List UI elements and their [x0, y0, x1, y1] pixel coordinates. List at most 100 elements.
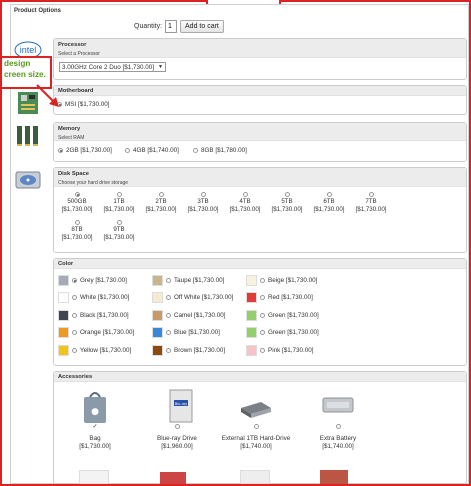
accessories-title: Accessories: [58, 374, 93, 380]
color-radio[interactable]: [72, 330, 77, 335]
color-swatch: [246, 292, 257, 303]
color-swatch: [58, 327, 69, 338]
color-label: Pink [$1,730.00]: [268, 347, 314, 354]
color-swatch: [58, 292, 69, 303]
memory-title: Memory: [58, 126, 81, 132]
disk-radio[interactable]: [368, 192, 374, 197]
color-radio[interactable]: [260, 278, 265, 283]
color-swatch: [152, 345, 163, 356]
disk-radio[interactable]: [326, 192, 332, 197]
accessory-item[interactable]: Blu-ray Blue-ray Drive [$1,960.00]: [142, 388, 212, 450]
disk-option[interactable]: 500GB [$1,730.00]: [60, 192, 94, 214]
disk-radio[interactable]: [284, 192, 290, 197]
color-radio[interactable]: [166, 348, 171, 353]
color-swatch: [152, 310, 163, 321]
motherboard-section: Motherboard: [53, 85, 467, 115]
memory-option-label: 4GB [$1,740.00]: [133, 147, 179, 154]
accessory-item[interactable]: Extra Battery [$1,740.00]: [303, 388, 373, 450]
color-swatch: [246, 327, 257, 338]
callout-line-2: creen size.: [4, 70, 46, 79]
extra-battery-checkbox[interactable]: [335, 423, 341, 429]
panel-title: Product Options: [14, 8, 61, 14]
chevron-down-icon: ▼: [158, 64, 163, 70]
disk-option[interactable]: 1TB [$1,730.00]: [102, 192, 136, 214]
color-label: Orange [$1,730.00]: [80, 329, 135, 336]
color-swatch: [58, 275, 69, 286]
color-radio[interactable]: [166, 295, 171, 300]
svg-text:Blu-ray: Blu-ray: [175, 402, 188, 406]
disk-title: Disk Space: [58, 171, 89, 177]
accessory-price: [$1,740.00]: [322, 443, 354, 450]
disk-size: 5TB: [281, 198, 293, 205]
disk-radio[interactable]: [158, 192, 164, 197]
memory-radio[interactable]: [193, 147, 198, 153]
add-to-cart-button[interactable]: Add to cart: [180, 20, 224, 33]
memory-radio[interactable]: [58, 147, 63, 153]
disk-radio[interactable]: [200, 192, 206, 197]
color-label: Blue [$1,730.00]: [174, 329, 220, 336]
color-swatch: [152, 292, 163, 303]
memory-option[interactable]: 4GB [$1,740.00]: [125, 147, 179, 154]
memory-subtitle: Select RAM: [58, 135, 85, 141]
disk-price: [$1,730.00]: [61, 234, 93, 241]
color-radio[interactable]: [72, 295, 77, 300]
color-label: White [$1,730.00]: [80, 294, 130, 301]
color-label: Red [$1,730.00]: [268, 294, 313, 301]
disk-radio[interactable]: [74, 192, 80, 197]
quantity-input[interactable]: [165, 20, 178, 33]
color-swatch: [152, 275, 163, 286]
disk-option[interactable]: 7TB [$1,730.00]: [354, 192, 388, 214]
external-hard-drive-checkbox[interactable]: [253, 423, 259, 429]
color-radio[interactable]: [166, 313, 171, 318]
disk-size: 7TB: [365, 198, 377, 205]
color-radio[interactable]: [72, 313, 77, 318]
color-radio[interactable]: [72, 278, 77, 283]
memory-radio[interactable]: [125, 147, 130, 153]
accessory-name: Extra Battery: [319, 435, 357, 442]
memory-option-label: 8GB [$1,780.00]: [201, 147, 247, 154]
accessory-thumbnail: [240, 470, 270, 484]
disk-radio[interactable]: [116, 192, 122, 197]
accessory-item[interactable]: ● ✓ Bag [$1,730.00]: [60, 388, 130, 450]
disk-price: [$1,730.00]: [229, 206, 261, 213]
blu-ray-drive-checkbox[interactable]: [174, 423, 180, 429]
color-radio[interactable]: [260, 330, 265, 335]
disk-option[interactable]: 2TB [$1,730.00]: [144, 192, 178, 214]
disk-option[interactable]: 9TB [$1,730.00]: [102, 220, 136, 242]
disk-radio[interactable]: [116, 220, 122, 225]
memory-option[interactable]: 8GB [$1,780.00]: [193, 147, 247, 154]
disk-size: 500GB: [67, 198, 87, 205]
color-swatch: [246, 275, 257, 286]
color-radio[interactable]: [166, 330, 171, 335]
color-label: Green [$1,730.00]: [268, 329, 319, 336]
motherboard-option[interactable]: MSI [$1,730.00]: [57, 101, 109, 108]
disk-option[interactable]: 8TB [$1,730.00]: [60, 220, 94, 242]
color-label: Yellow [$1,730.00]: [80, 347, 132, 354]
disk-option[interactable]: 5TB [$1,730.00]: [270, 192, 304, 214]
color-label: Camel [$1,730.00]: [174, 312, 226, 319]
memory-option[interactable]: 2GB [$1,730.00]: [58, 147, 112, 154]
color-swatch: [58, 345, 69, 356]
red-arrow-icon: [36, 84, 59, 107]
svg-text:intel: intel: [20, 45, 37, 55]
accessory-price: [$1,730.00]: [79, 443, 111, 450]
color-label: Taupe [$1,730.00]: [174, 277, 225, 284]
quantity-row: Quantity: Add to cart: [134, 20, 224, 33]
color-title: Color: [58, 261, 74, 267]
motherboard-option-label: MSI [$1,730.00]: [65, 101, 110, 108]
color-radio[interactable]: [260, 348, 265, 353]
accessory-item[interactable]: External 1TB Hard-Drive [$1,740.00]: [221, 388, 291, 450]
disk-price: [$1,730.00]: [103, 206, 135, 213]
color-radio[interactable]: [72, 348, 77, 353]
processor-select[interactable]: 3.00GHz Core 2 Duo [$1,730.00] ▼: [59, 62, 166, 72]
disk-option[interactable]: 3TB [$1,730.00]: [186, 192, 220, 214]
disk-radio[interactable]: [74, 220, 80, 225]
color-label: Green [$1,730.00]: [268, 312, 319, 319]
disk-radio[interactable]: [242, 192, 248, 197]
color-radio[interactable]: [260, 313, 265, 318]
bag-checkbox[interactable]: ✓: [93, 424, 98, 430]
color-radio[interactable]: [166, 278, 171, 283]
disk-option[interactable]: 4TB [$1,730.00]: [228, 192, 262, 214]
disk-option[interactable]: 6TB [$1,730.00]: [312, 192, 346, 214]
color-radio[interactable]: [260, 295, 265, 300]
